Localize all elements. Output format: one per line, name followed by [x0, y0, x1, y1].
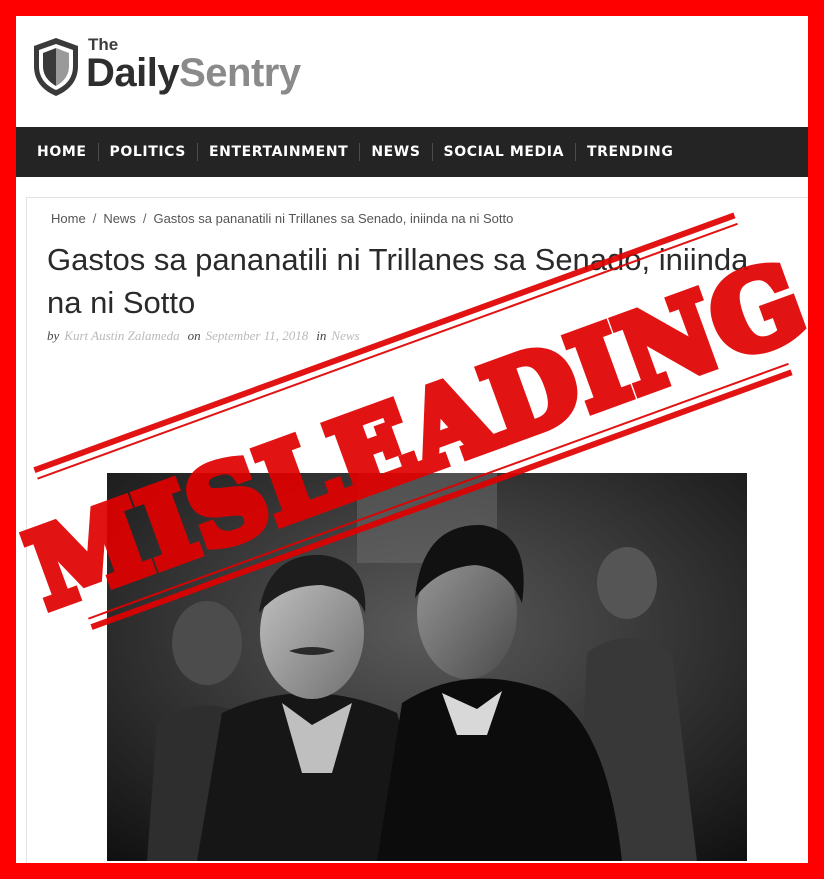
logo-daily-text: Daily [86, 51, 180, 95]
breadcrumb-current: Gastos sa pananatili ni Trillanes sa Sen… [153, 211, 514, 226]
main-navigation: HOME POLITICS ENTERTAINMENT NEWS SOCIAL … [16, 127, 808, 177]
nav-news[interactable]: NEWS [359, 143, 431, 161]
logo-sentry-text: Sentry [179, 51, 301, 95]
meta-on-label: on [187, 328, 201, 343]
date-link[interactable]: September 11, 2018 [206, 328, 309, 344]
breadcrumb-separator: / [142, 211, 147, 226]
featured-photo [107, 473, 747, 861]
author-link[interactable]: Kurt Austin Zalameda [64, 328, 179, 344]
nav-home[interactable]: HOME [26, 143, 98, 161]
breadcrumb: Home / News / Gastos sa pananatili ni Tr… [51, 211, 513, 226]
nav-politics[interactable]: POLITICS [97, 143, 197, 161]
breadcrumb-separator: / [92, 211, 97, 226]
article-meta: by Kurt Austin Zalameda on September 11,… [47, 328, 368, 344]
breadcrumb-home[interactable]: Home [51, 211, 86, 226]
article-content: Home / News / Gastos sa pananatili ni Tr… [26, 197, 808, 863]
nav-entertainment[interactable]: ENTERTAINMENT [196, 143, 359, 161]
meta-in-label: in [316, 328, 327, 343]
article-page: The DailySentry HOME POLITICS ENTERTAINM… [16, 16, 808, 863]
meta-by-label: by [47, 328, 60, 343]
nav-social-media[interactable]: SOCIAL MEDIA [431, 143, 575, 161]
category-link[interactable]: News [331, 328, 359, 344]
featured-photo-image [107, 473, 747, 861]
logo-name: DailySentry [86, 53, 301, 93]
nav-trending[interactable]: TRENDING [575, 143, 684, 161]
shield-icon [34, 38, 78, 96]
site-logo[interactable]: The DailySentry [30, 36, 301, 98]
article-title: Gastos sa pananatili ni Trillanes sa Sen… [47, 242, 749, 320]
breadcrumb-news[interactable]: News [103, 211, 136, 226]
